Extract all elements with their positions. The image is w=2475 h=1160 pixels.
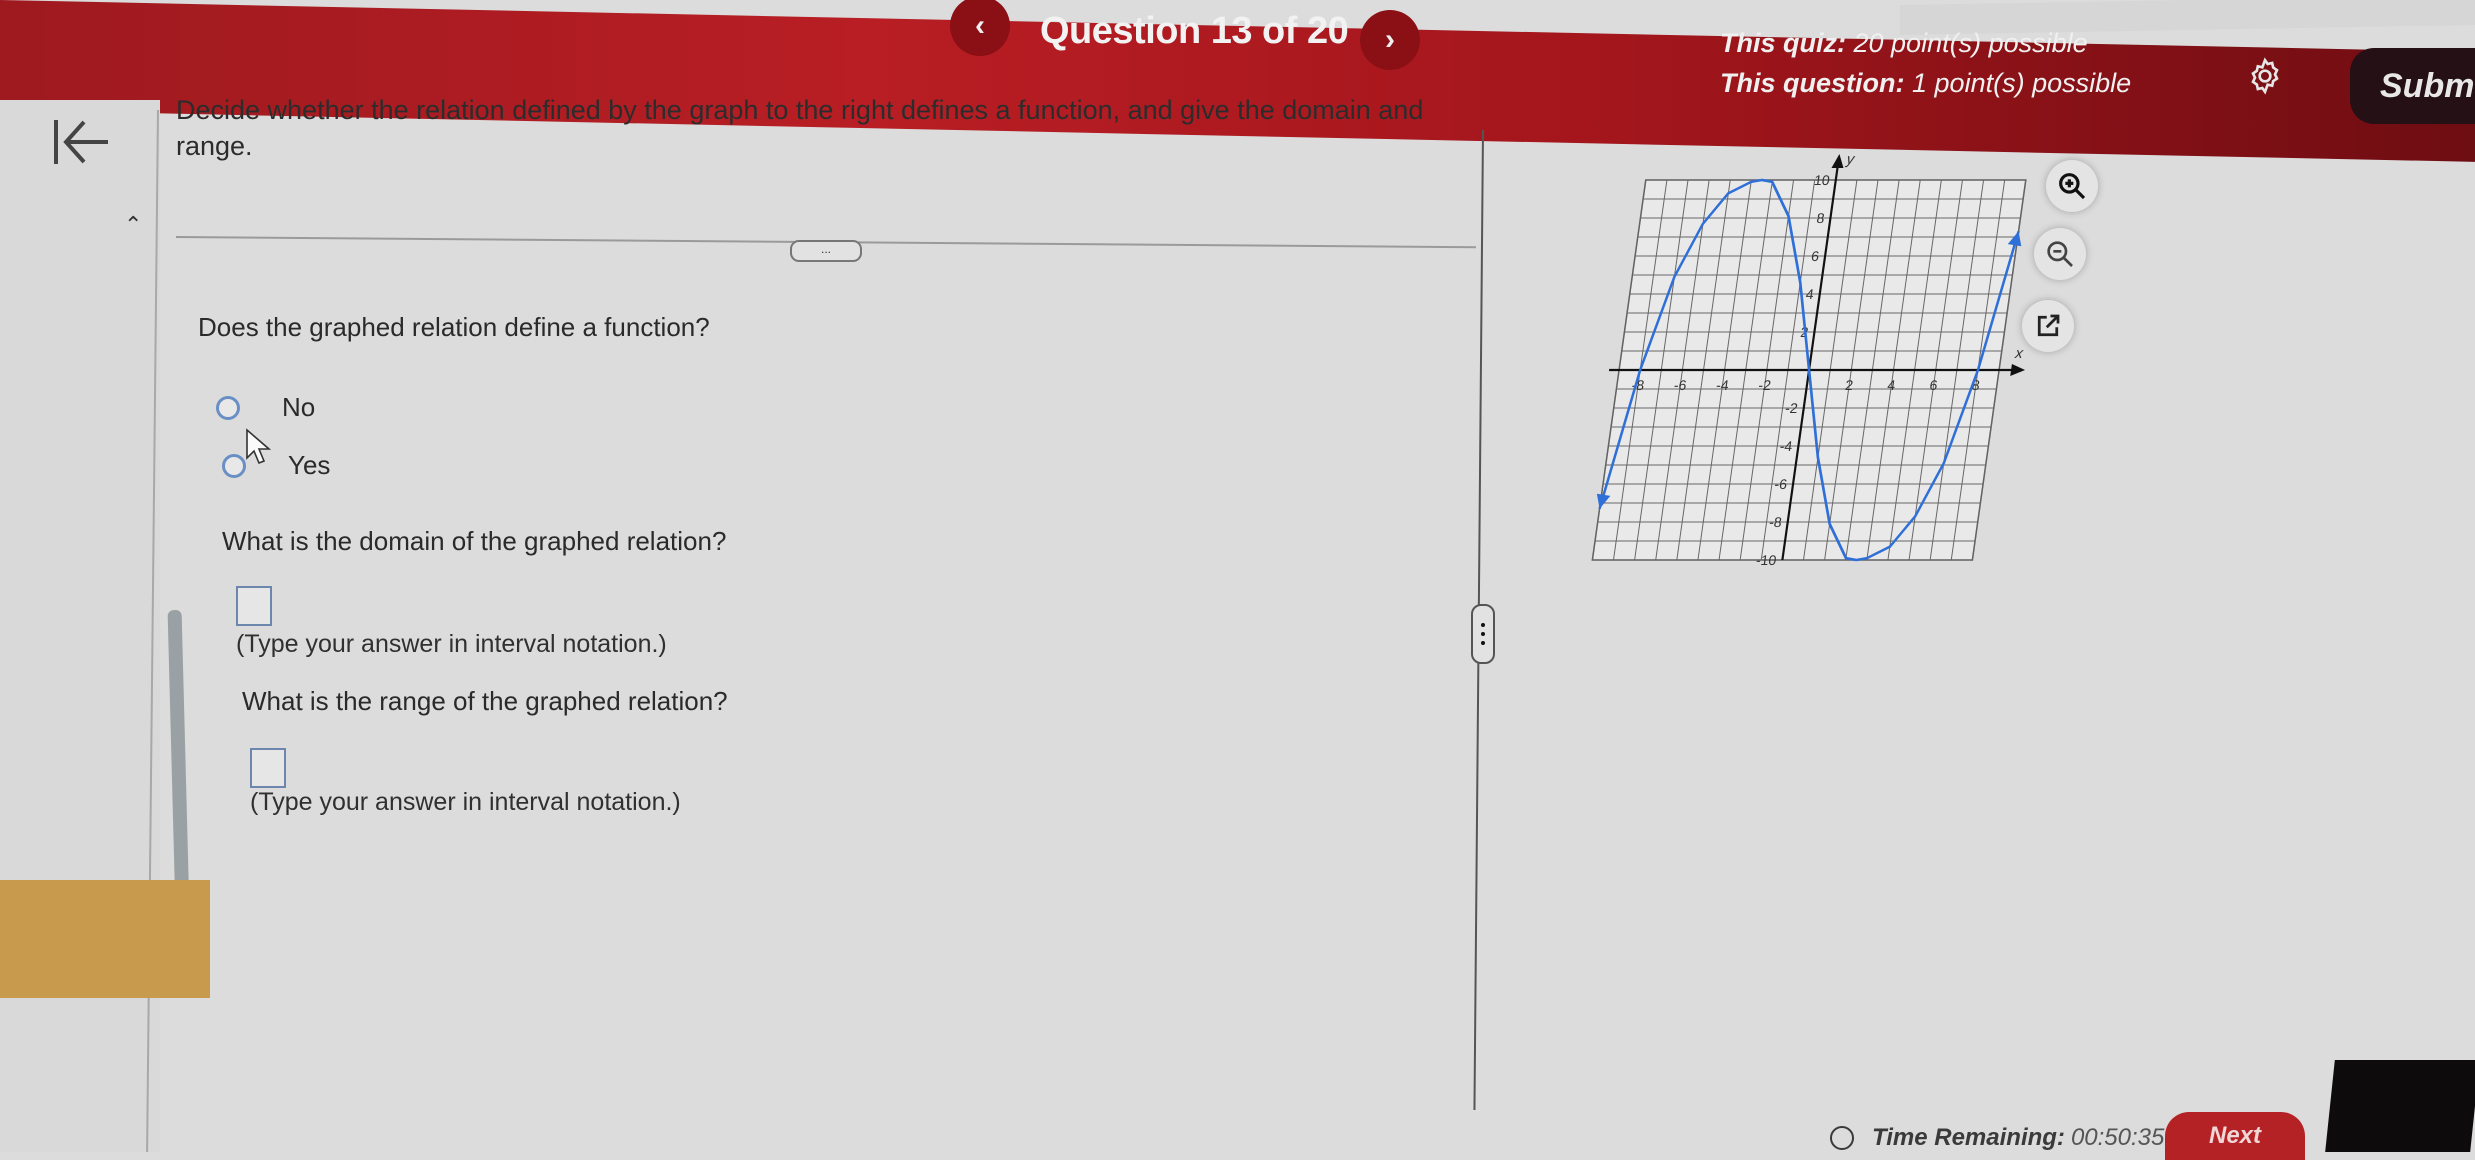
range-question: What is the range of the graphed relatio… xyxy=(242,686,728,716)
quiz-points-value: 20 point(s) possible xyxy=(1853,28,2088,58)
range-answer-input[interactable] xyxy=(250,748,286,788)
clock-icon xyxy=(1830,1126,1854,1150)
vertical-resize-handle[interactable] xyxy=(1471,604,1495,664)
question-prompt: Decide whether the relation defined by t… xyxy=(176,95,1424,161)
caret-up-icon: ⌃ xyxy=(124,212,143,237)
radio-no[interactable] xyxy=(216,395,240,420)
chevron-left-icon: ‹ xyxy=(975,9,985,42)
chevron-right-icon: › xyxy=(1385,23,1395,56)
submit-button[interactable]: Submit xyxy=(2350,48,2475,124)
y-tick-label: 10 xyxy=(1813,172,1831,188)
arrow-left-to-bar-icon xyxy=(54,120,108,164)
x-axis-label: x xyxy=(2013,345,2024,362)
domain-hint: (Type your answer in interval notation.) xyxy=(236,630,667,658)
function-graph: xy-8 -6 -4 -2 2 4 6 8108642-2-4-6-8-10 xyxy=(1591,151,2027,568)
zoom-out-button[interactable] xyxy=(2034,228,2086,280)
question-points: This question: 1 point(s) possible xyxy=(1720,68,2131,99)
y-tick-label: -8 xyxy=(1768,514,1783,530)
function-question: Does the graphed relation define a funct… xyxy=(198,312,710,342)
domain-answer-input[interactable] xyxy=(236,586,272,626)
range-hint: (Type your answer in interval notation.) xyxy=(250,788,681,816)
sticky-note-overlay xyxy=(0,880,210,998)
graph-panel: x y -8 -6 -4 -2 2 4 6 8 10 8 6 4 2 -2 -4 -6 -8 -10 xyxy=(1570,150,2030,590)
y-tick-label: -6 xyxy=(1773,476,1788,492)
x-tick-label: -4 xyxy=(1715,377,1730,393)
zoom-in-button[interactable] xyxy=(2046,160,2098,212)
settings-button[interactable] xyxy=(2245,56,2285,96)
question-points-value: 1 point(s) possible xyxy=(1912,68,2132,98)
question-points-label: This question: xyxy=(1720,68,1905,98)
time-remaining: Time Remaining: 00:50:35 xyxy=(1830,1124,2164,1152)
domain-question: What is the domain of the graphed relati… xyxy=(222,526,727,556)
gear-icon xyxy=(2251,57,2279,95)
screen-bezel xyxy=(2325,1060,2475,1152)
x-tick-label: -6 xyxy=(1673,377,1688,393)
y-tick-label: -2 xyxy=(1784,400,1799,416)
option-no[interactable]: No xyxy=(216,392,315,423)
divider-resize-handle[interactable]: ... xyxy=(790,240,862,262)
zoom-out-icon xyxy=(2047,241,2073,267)
option-yes-label: Yes xyxy=(288,450,331,480)
external-link-icon xyxy=(2037,314,2060,337)
question-title: Question 13 of 20 xyxy=(1040,10,1349,52)
radio-yes[interactable] xyxy=(222,453,246,478)
y-axis-label: y xyxy=(1844,151,1856,168)
next-question-button[interactable]: › xyxy=(1360,10,1420,70)
popout-button[interactable] xyxy=(2022,300,2074,352)
option-no-label: No xyxy=(282,392,316,422)
quiz-points: This quiz: 20 point(s) possible xyxy=(1720,28,2088,59)
y-tick-label: -10 xyxy=(1755,552,1778,568)
y-axis-arrow xyxy=(1831,154,1844,168)
quiz-points-label: This quiz: xyxy=(1720,28,1846,58)
timer-value: 00:50:35 xyxy=(2070,1124,2165,1151)
y-tick-label: -4 xyxy=(1779,438,1794,454)
collapse-button[interactable]: ⌃ xyxy=(124,212,142,238)
back-to-start-button[interactable] xyxy=(50,112,114,187)
zoom-in-icon xyxy=(2059,173,2086,200)
x-axis-arrow xyxy=(2010,364,2026,376)
mouse-cursor-icon xyxy=(246,428,272,465)
x-tick-label: -2 xyxy=(1757,377,1772,393)
next-button[interactable]: Next xyxy=(2165,1112,2305,1160)
graph-skew-group: xy-8 -6 -4 -2 2 4 6 8108642-2-4-6-8-10 xyxy=(1591,151,2027,568)
timer-label: Time Remaining: xyxy=(1872,1124,2065,1151)
